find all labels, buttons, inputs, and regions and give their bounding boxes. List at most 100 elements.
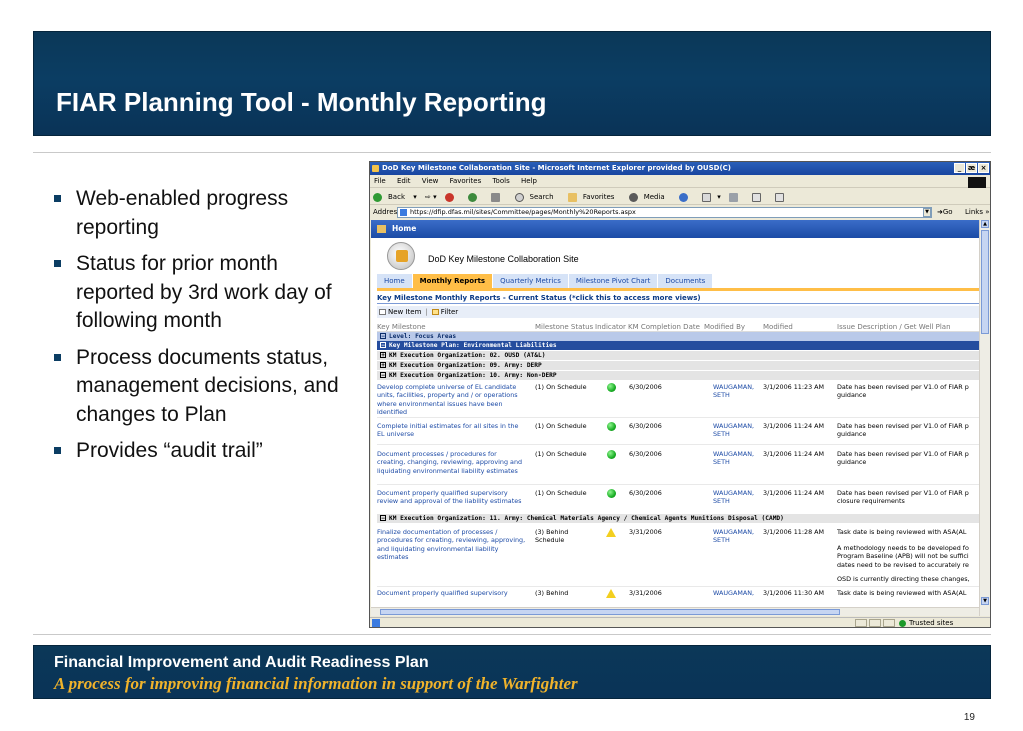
modified-cell: 3/1/2006 11:30 AM bbox=[763, 589, 825, 597]
collapse-icon[interactable]: − bbox=[380, 515, 386, 522]
scroll-thumb[interactable] bbox=[380, 609, 840, 615]
milestone-link[interactable]: Develop complete universe of EL candidat… bbox=[377, 383, 527, 416]
issue-cell: Task date is being reviewed with ASA(AL bbox=[837, 589, 967, 597]
history-icon bbox=[678, 192, 688, 202]
milestone-link[interactable]: Finalize documentation of processes / pr… bbox=[377, 528, 527, 561]
links-button[interactable]: Links » bbox=[965, 205, 990, 220]
bullet-list: Web-enabled progress reporting Status fo… bbox=[52, 185, 342, 474]
new-item-icon bbox=[379, 309, 386, 315]
scroll-up-arrow-icon[interactable]: ▲ bbox=[981, 220, 989, 228]
collapse-icon[interactable]: − bbox=[380, 372, 386, 379]
modified-by-link[interactable]: WAUGAMAN, SETH bbox=[713, 450, 759, 467]
forward-button[interactable]: ⇨ ▾ bbox=[425, 193, 437, 201]
favorites-button[interactable]: Favorites bbox=[567, 192, 621, 202]
vertical-scrollbar[interactable]: ▲ ▼ bbox=[979, 220, 990, 616]
list-toolbar: New Item | Filter bbox=[377, 306, 979, 318]
edit-button[interactable] bbox=[752, 192, 767, 202]
scroll-thumb[interactable] bbox=[981, 230, 989, 334]
stop-button[interactable] bbox=[444, 192, 460, 202]
tab-monthly-reports[interactable]: Monthly Reports bbox=[412, 274, 494, 288]
discuss-icon bbox=[775, 192, 785, 202]
scroll-down-arrow-icon[interactable]: ▼ bbox=[981, 597, 989, 605]
print-icon bbox=[728, 192, 738, 202]
back-arrow-icon bbox=[373, 192, 382, 202]
footer-title: Financial Improvement and Audit Readines… bbox=[54, 654, 429, 671]
tab-home[interactable]: Home bbox=[377, 274, 413, 288]
column-header[interactable]: KM Completion Date bbox=[628, 323, 700, 331]
status-cell: (3) Behind bbox=[535, 589, 569, 597]
column-header[interactable]: Indicator bbox=[595, 323, 626, 331]
horizontal-scrollbar[interactable] bbox=[371, 607, 979, 616]
milestone-link[interactable]: Document processes / procedures for crea… bbox=[377, 450, 527, 475]
group-org-row[interactable]: − KM Execution Organization: 10. Army: No… bbox=[377, 371, 979, 380]
bullet-item: Provides “audit trail” bbox=[52, 437, 342, 466]
site-logo bbox=[387, 242, 415, 270]
menu-help[interactable]: Help bbox=[521, 177, 537, 185]
group-org-row[interactable]: + KM Execution Organization: 02. OUSD (AT… bbox=[377, 351, 979, 360]
modified-by-link[interactable]: WAUGAMAN, SETH bbox=[713, 422, 759, 439]
tab-milestone-pivot-chart[interactable]: Milestone Pivot Chart bbox=[568, 274, 659, 288]
search-button[interactable]: Search bbox=[514, 192, 560, 202]
menu-tools[interactable]: Tools bbox=[492, 177, 509, 185]
home-link[interactable]: Home bbox=[392, 224, 416, 233]
slide-title: FIAR Planning Tool - Monthly Reporting bbox=[56, 87, 547, 117]
column-header[interactable]: Issue Description / Get Well Plan bbox=[837, 323, 951, 331]
footer-tagline: A process for improving financial inform… bbox=[54, 674, 578, 693]
new-item-button[interactable]: New Item bbox=[379, 308, 421, 316]
issue-cell-note: OSD is currently directing these changes… bbox=[837, 575, 970, 583]
restore-button[interactable]: æ bbox=[966, 163, 977, 173]
home-button[interactable] bbox=[491, 192, 506, 202]
tab-underline bbox=[377, 288, 979, 291]
group-level-row[interactable]: − Level: Focus Areas bbox=[377, 332, 979, 341]
security-zone: Trusted sites bbox=[899, 618, 953, 627]
modified-by-link[interactable]: WAUGAMAN, SETH bbox=[713, 528, 759, 545]
column-header[interactable]: Modified By bbox=[704, 323, 745, 331]
group-org-row[interactable]: − KM Execution Organization: 11. Army: Ch… bbox=[377, 514, 979, 523]
group-plan-row[interactable]: − Key Milestone Plan: Environmental Liabi… bbox=[377, 341, 979, 350]
group-org-row[interactable]: + KM Execution Organization: 09. Army: DE… bbox=[377, 361, 979, 370]
address-input[interactable]: https://dfip.dfas.mil/sites/Committee/pa… bbox=[397, 207, 932, 218]
back-button[interactable]: Back ▾ bbox=[373, 192, 417, 202]
menu-favorites[interactable]: Favorites bbox=[450, 177, 482, 185]
issue-cell-note: A methodology needs to be developed fo P… bbox=[837, 544, 969, 569]
page-viewport: Home DoD Key Milestone Collaboration Sit… bbox=[371, 220, 979, 616]
minimize-button[interactable]: _ bbox=[954, 163, 965, 173]
milestone-link[interactable]: Complete initial estimates for all sites… bbox=[377, 422, 527, 439]
window-buttons: _ æ × bbox=[954, 163, 989, 173]
column-header[interactable]: Key Milestone bbox=[377, 323, 426, 331]
browser-window: DoD Key Milestone Collaboration Site - M… bbox=[369, 161, 991, 628]
collapse-icon[interactable]: − bbox=[380, 342, 386, 349]
address-url: https://dfip.dfas.mil/sites/Committee/pa… bbox=[410, 208, 636, 216]
milestone-link[interactable]: Document properly qualified supervisory bbox=[377, 589, 527, 597]
filter-button[interactable]: Filter bbox=[431, 308, 458, 316]
green-status-indicator-icon bbox=[607, 422, 616, 431]
media-button[interactable]: Media bbox=[628, 192, 671, 202]
status-cell bbox=[883, 619, 895, 627]
print-button[interactable] bbox=[728, 192, 744, 202]
collapse-icon[interactable]: − bbox=[380, 333, 386, 340]
date-cell: 6/30/2006 bbox=[629, 422, 662, 430]
menu-file[interactable]: File bbox=[374, 177, 386, 185]
status-cell: (1) On Schedule bbox=[535, 422, 587, 430]
column-header[interactable]: Milestone Status bbox=[535, 323, 593, 331]
close-button[interactable]: × bbox=[978, 163, 989, 173]
modified-by-link[interactable]: WAUGAMAN, SETH bbox=[713, 383, 759, 400]
expand-icon[interactable]: + bbox=[380, 362, 386, 369]
discuss-button[interactable] bbox=[775, 192, 790, 202]
page-icon bbox=[400, 209, 407, 216]
modified-by-link[interactable]: WAUGAMAN, bbox=[713, 589, 759, 597]
history-button[interactable] bbox=[678, 192, 694, 202]
column-header[interactable]: Modified bbox=[763, 323, 793, 331]
modified-by-link[interactable]: WAUGAMAN, SETH bbox=[713, 489, 759, 506]
tab-quarterly-metrics[interactable]: Quarterly Metrics bbox=[493, 274, 569, 288]
menu-edit[interactable]: Edit bbox=[397, 177, 411, 185]
mail-button[interactable]: ▾ bbox=[702, 192, 721, 202]
address-dropdown-button[interactable]: ▼ bbox=[923, 208, 931, 217]
menu-view[interactable]: View bbox=[422, 177, 439, 185]
expand-icon[interactable]: + bbox=[380, 352, 386, 359]
go-button[interactable]: ➜Go bbox=[937, 205, 953, 220]
milestone-link[interactable]: Document properly qualified supervisory … bbox=[377, 489, 527, 506]
refresh-button[interactable] bbox=[468, 192, 483, 202]
tab-documents[interactable]: Documents bbox=[658, 274, 714, 288]
list-title[interactable]: Key Milestone Monthly Reports - Current … bbox=[377, 294, 701, 302]
